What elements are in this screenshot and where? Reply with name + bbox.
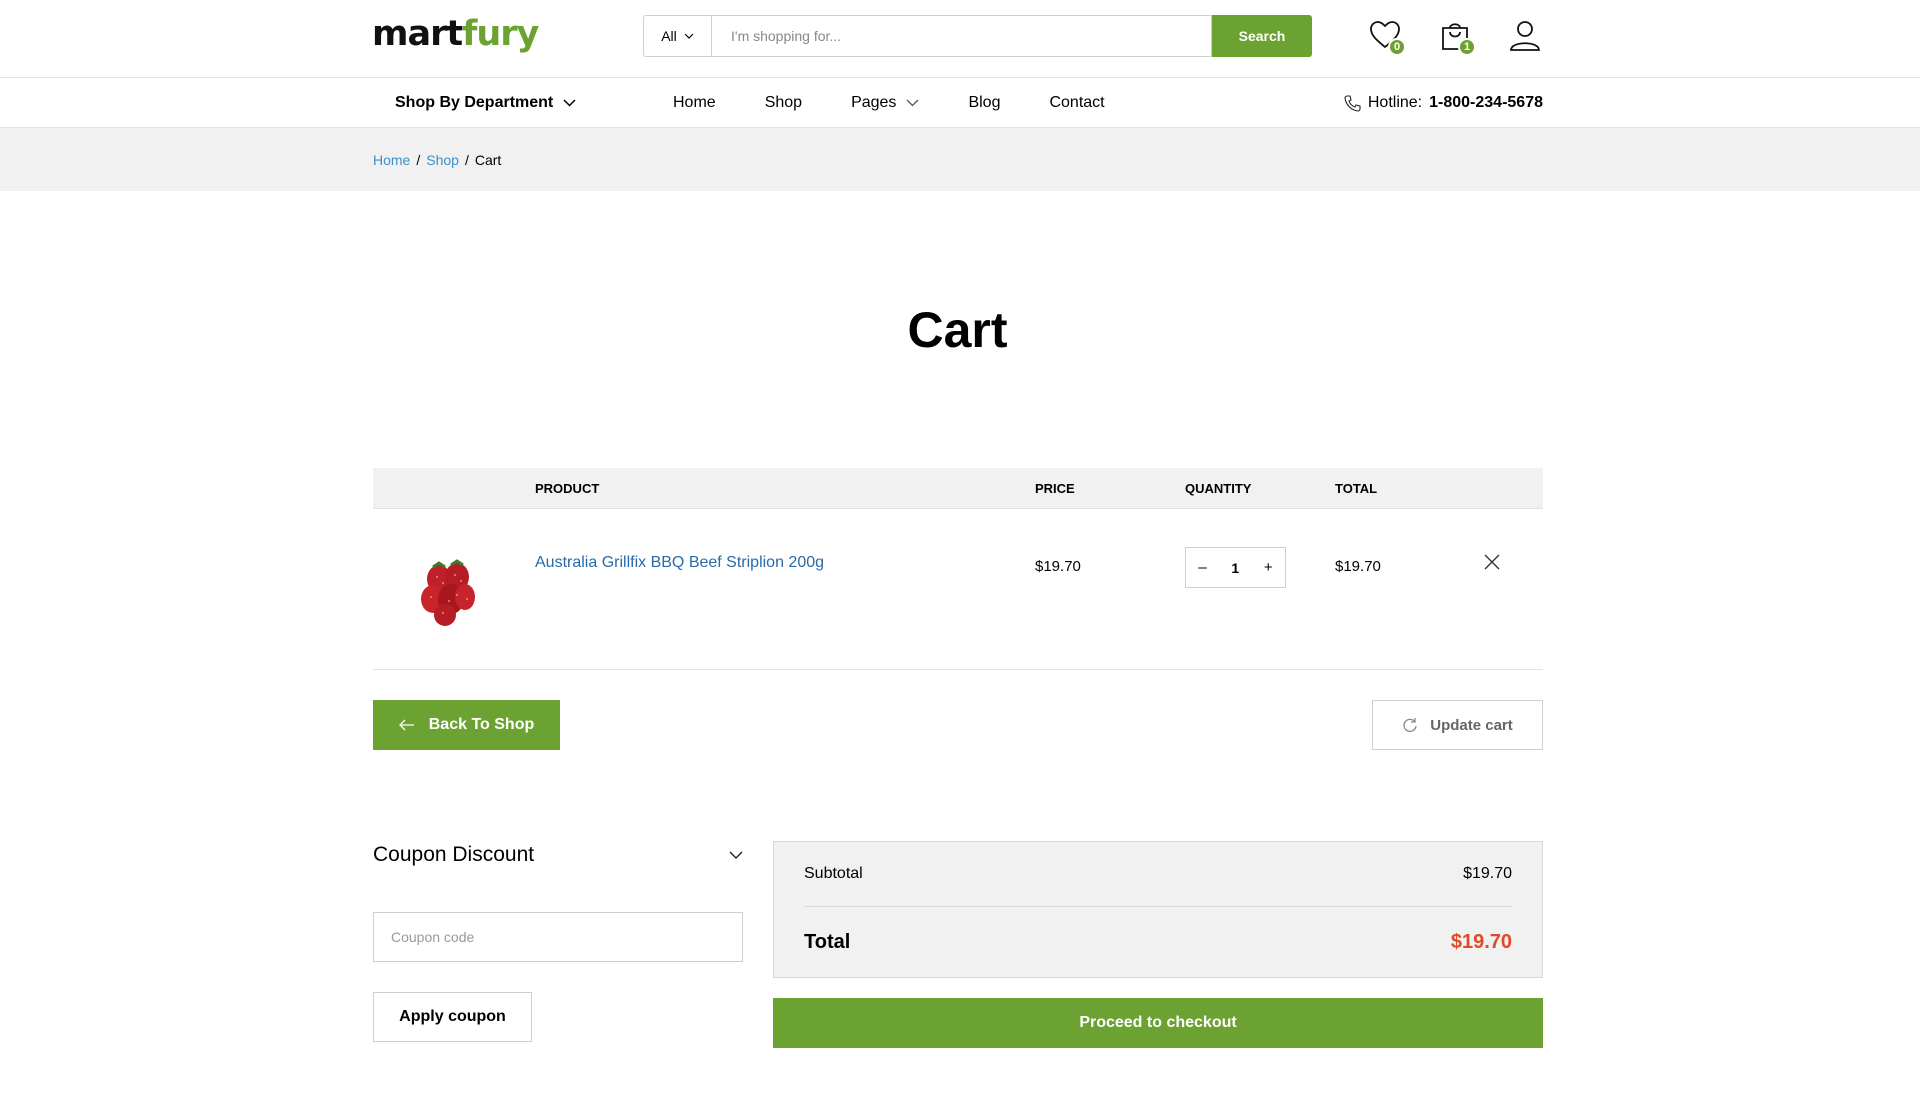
account-button[interactable] xyxy=(1508,18,1542,52)
column-header-product: PRODUCT xyxy=(535,481,600,496)
breadcrumb: Home / Shop / Cart xyxy=(373,151,502,168)
shop-by-department-menu[interactable]: Shop By Department xyxy=(395,78,576,128)
quantity-stepper: – 1 + xyxy=(1185,547,1286,588)
site-header: martfury All I'm shopping for... Search … xyxy=(0,0,1920,78)
refresh-icon xyxy=(1403,718,1417,732)
cart-totals: Subtotal $19.70 Total $19.70 xyxy=(773,841,1543,978)
column-header-total: TOTAL xyxy=(1335,481,1378,496)
nav-link-blog[interactable]: Blog xyxy=(968,94,1000,112)
site-logo[interactable]: martfury xyxy=(372,14,539,54)
apply-coupon-button[interactable]: Apply coupon xyxy=(373,992,532,1042)
subtotal-row: Subtotal $19.70 xyxy=(804,842,1512,907)
nav-link-contact[interactable]: Contact xyxy=(1049,94,1104,112)
search-input[interactable]: I'm shopping for... xyxy=(711,15,1212,57)
remove-item-button[interactable] xyxy=(1483,553,1501,571)
hotline: Hotline: 1-800-234-5678 xyxy=(1344,78,1543,128)
wishlist-button[interactable]: 0 xyxy=(1368,18,1406,56)
quantity-input[interactable]: 1 xyxy=(1231,560,1239,576)
wishlist-count-badge: 0 xyxy=(1388,38,1406,56)
total-row: Total $19.70 xyxy=(804,907,1512,977)
update-cart-button[interactable]: Update cart xyxy=(1372,700,1543,750)
product-name-link[interactable]: Australia Grillfix BBQ Beef Striplion 20… xyxy=(535,554,824,572)
breadcrumb-bar: Home / Shop / Cart xyxy=(0,128,1920,191)
nav-link-pages[interactable]: Pages xyxy=(851,94,919,112)
chevron-down-icon xyxy=(563,99,576,107)
page-title: Cart xyxy=(907,302,1008,358)
arrow-left-icon xyxy=(398,719,414,731)
chevron-down-icon xyxy=(729,851,743,859)
quantity-increase-button[interactable]: + xyxy=(1264,559,1273,576)
product-thumbnail[interactable] xyxy=(413,549,483,629)
total-value: $19.70 xyxy=(1450,930,1512,953)
nav-links: Home Shop Pages Blog Contact xyxy=(673,78,1154,128)
total-label: Total xyxy=(804,930,851,953)
phone-icon xyxy=(1344,94,1361,112)
breadcrumb-home[interactable]: Home xyxy=(373,152,410,168)
product-price: $19.70 xyxy=(1035,558,1081,575)
coupon-discount-toggle[interactable]: Coupon Discount xyxy=(373,843,743,867)
breadcrumb-shop[interactable]: Shop xyxy=(426,152,459,168)
column-header-quantity: QUANTITY xyxy=(1185,481,1252,496)
search-button[interactable]: Search xyxy=(1212,15,1312,57)
subtotal-label: Subtotal xyxy=(804,865,863,882)
cart-button[interactable]: 1 xyxy=(1438,18,1476,56)
chevron-down-icon xyxy=(906,99,919,107)
coupon-code-input[interactable]: Coupon code xyxy=(373,912,743,962)
nav-link-home[interactable]: Home xyxy=(673,94,716,112)
column-header-price: PRICE xyxy=(1035,481,1075,496)
breadcrumb-current: Cart xyxy=(474,151,502,168)
subtotal-value: $19.70 xyxy=(1463,865,1512,882)
cart-count-badge: 1 xyxy=(1458,38,1476,56)
strawberries-image xyxy=(421,559,475,626)
chevron-down-icon xyxy=(684,33,694,39)
cart-table-header: PRODUCT PRICE QUANTITY TOTAL xyxy=(373,468,1543,509)
search-bar: All I'm shopping for... Search xyxy=(643,15,1312,57)
nav-link-shop[interactable]: Shop xyxy=(765,94,802,112)
back-to-shop-button[interactable]: Back To Shop xyxy=(373,700,560,750)
proceed-to-checkout-button[interactable]: Proceed to checkout xyxy=(773,998,1543,1048)
search-category-select[interactable]: All xyxy=(643,15,711,57)
cart-item-row: Australia Grillfix BBQ Beef Striplion 20… xyxy=(373,509,1543,670)
hotline-number[interactable]: 1-800-234-5678 xyxy=(1429,94,1543,112)
line-total: $19.70 xyxy=(1335,558,1381,575)
quantity-decrease-button[interactable]: – xyxy=(1198,559,1206,576)
close-icon xyxy=(1484,554,1500,570)
main-nav: Shop By Department Home Shop Pages Blog … xyxy=(0,78,1920,128)
user-icon xyxy=(1510,21,1540,51)
